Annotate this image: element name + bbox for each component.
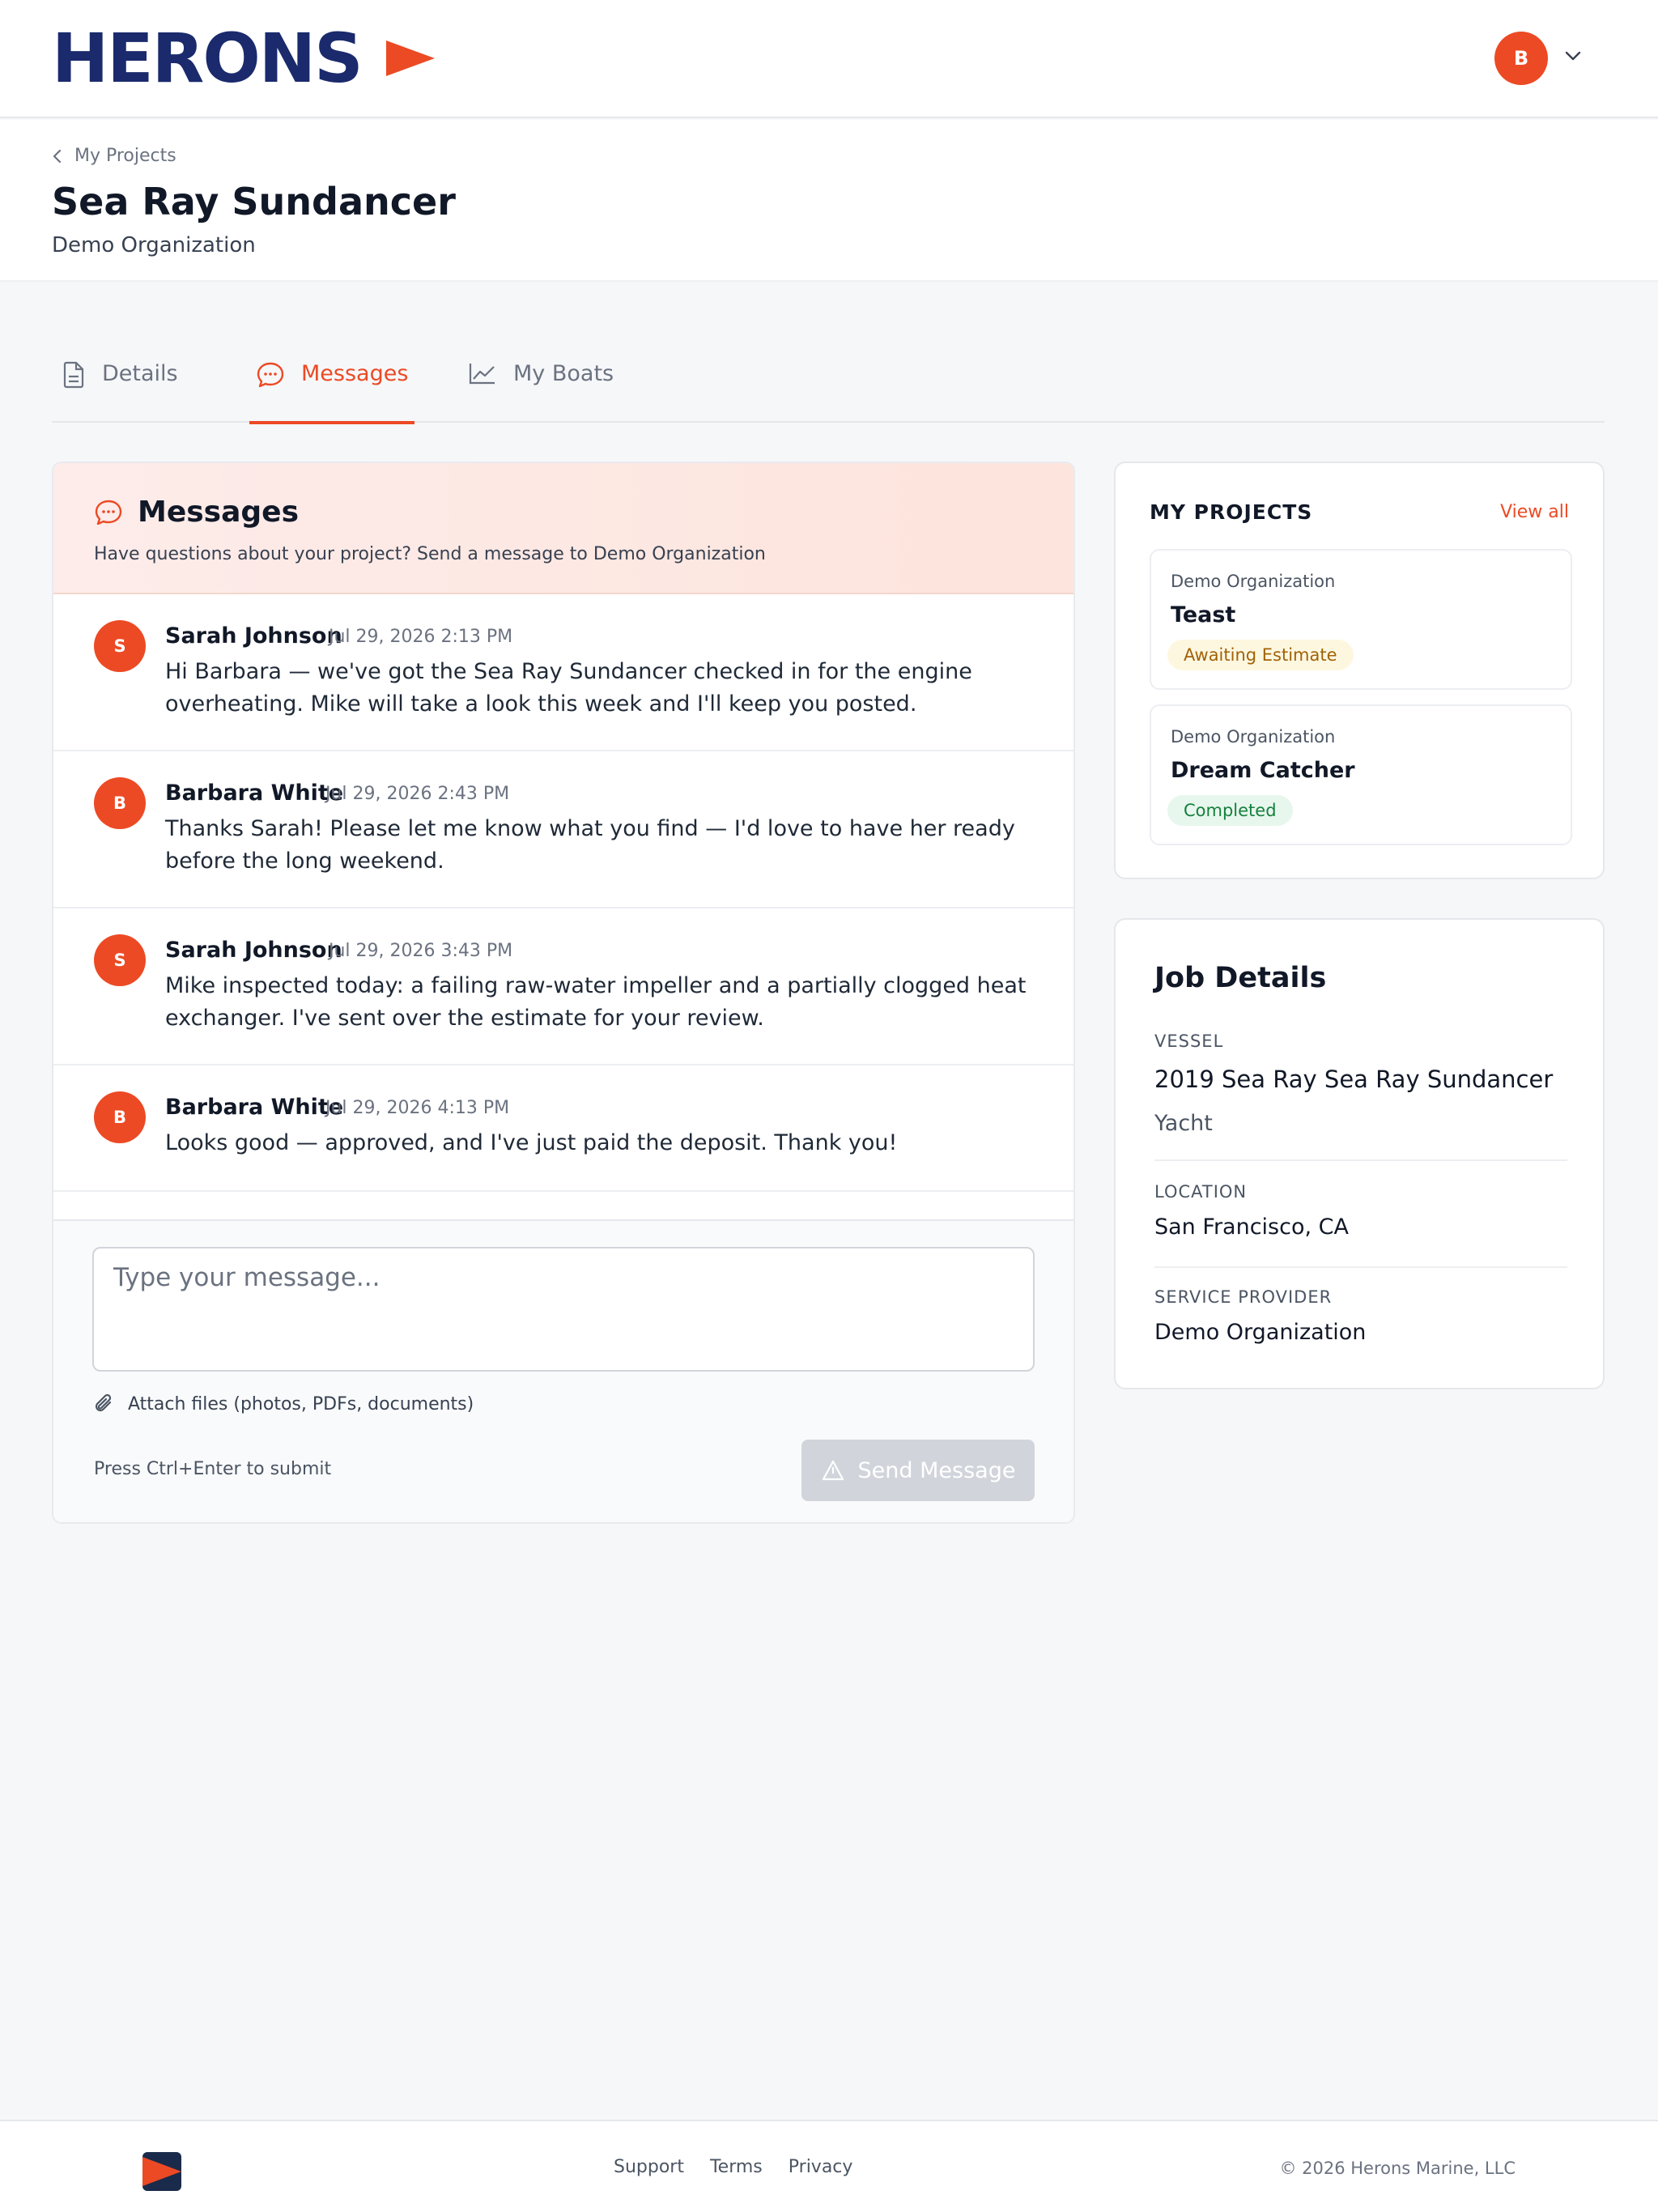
chevron-down-icon[interactable]: [1564, 47, 1582, 65]
top-bar: HERONS B: [0, 0, 1658, 118]
message-author: Sarah Johnson: [165, 938, 342, 963]
message-composer: Attach files (photos, PDFs, documents) P…: [53, 1219, 1073, 1522]
messages-title: Messages: [138, 496, 300, 529]
chat-icon: [95, 500, 122, 525]
message-input[interactable]: [92, 1247, 1035, 1372]
footer-link-privacy[interactable]: Privacy: [789, 2157, 853, 2177]
copyright: © 2026 Herons Marine, LLC: [1279, 2159, 1516, 2178]
tab-my-boats[interactable]: My Boats: [468, 361, 614, 423]
message-body: Hi Barbara — we've got the Sea Ray Sunda…: [165, 659, 972, 717]
message-timestamp: Jul 29, 2026 2:13 PM: [329, 627, 513, 647]
message-item: B Barbara White Jul 29, 2026 4:13 PM Loo…: [53, 1066, 1073, 1192]
tab-label: My Boats: [513, 361, 614, 386]
messages-subtitle: Have questions about your project? Send …: [94, 544, 766, 564]
send-message-label: Send Message: [857, 1457, 1016, 1483]
breadcrumb-link-my-projects[interactable]: My Projects: [74, 146, 176, 166]
divider: [1154, 1266, 1567, 1268]
attach-files-button[interactable]: Attach files (photos, PDFs, documents): [94, 1393, 474, 1415]
project-org: Demo Organization: [1171, 572, 1336, 591]
tab-label: Messages: [301, 361, 409, 386]
service-provider-value: Demo Organization: [1154, 1320, 1367, 1345]
chart-line-icon: [469, 364, 495, 385]
tab-details[interactable]: Details: [62, 361, 178, 423]
avatar: S: [94, 620, 146, 672]
footer-links: Support Terms Privacy: [614, 2157, 878, 2177]
service-provider-label: SERVICE PROVIDER: [1154, 1287, 1333, 1307]
message-author: Barbara White: [165, 1095, 344, 1120]
message-author: Sarah Johnson: [165, 623, 342, 649]
avatar: B: [94, 1091, 146, 1143]
flag-icon: [385, 40, 435, 76]
chevron-left-icon: [53, 149, 62, 163]
avatar: S: [94, 934, 146, 986]
message-timestamp: Jul 29, 2026 2:43 PM: [325, 784, 510, 804]
divider: [1154, 1159, 1567, 1161]
location-label: LOCATION: [1154, 1182, 1248, 1202]
message-author: Barbara White: [165, 781, 344, 806]
view-all-link[interactable]: View all: [1500, 502, 1569, 522]
project-name: Teast: [1171, 602, 1236, 627]
project-org: Demo Organization: [1171, 727, 1336, 747]
send-icon: [822, 1460, 844, 1481]
logo-text: HERONS: [52, 19, 363, 98]
attach-files-label: Attach files (photos, PDFs, documents): [128, 1393, 474, 1414]
tab-label: Details: [102, 361, 178, 386]
project-name: Dream Catcher: [1171, 758, 1355, 783]
message-item: B Barbara White Jul 29, 2026 2:43 PM Tha…: [53, 751, 1073, 908]
document-icon: [63, 361, 84, 389]
breadcrumb[interactable]: My Projects: [52, 146, 176, 166]
user-avatar[interactable]: B: [1494, 32, 1548, 85]
message-body: Mike inspected today: a failing raw-wate…: [165, 973, 1027, 1031]
submit-hint: Press Ctrl+Enter to submit: [94, 1459, 332, 1479]
send-message-button[interactable]: Send Message: [801, 1440, 1035, 1501]
vessel-type: Yacht: [1154, 1111, 1213, 1136]
tab-bar: Details Messages My Boats: [52, 340, 1605, 424]
tab-messages[interactable]: Messages: [249, 361, 415, 424]
message-body: Looks good — approved, and I've just pai…: [165, 1130, 898, 1155]
vessel-value: 2019 Sea Ray Sea Ray Sundancer: [1154, 1066, 1554, 1093]
project-item-dream-catcher[interactable]: Demo Organization Dream Catcher Complete…: [1150, 704, 1572, 845]
project-item-teast[interactable]: Demo Organization Teast Awaiting Estimat…: [1150, 549, 1572, 690]
page-subtitle: Demo Organization: [52, 233, 256, 257]
messages-header: Messages Have questions about your proje…: [53, 463, 1073, 594]
footer-link-terms[interactable]: Terms: [710, 2157, 763, 2177]
footer: Support Terms Privacy © 2026 Herons Mari…: [0, 2120, 1658, 2212]
message-timestamp: Jul 29, 2026 4:13 PM: [325, 1098, 510, 1118]
my-projects-card: MY PROJECTS View all Demo Organization T…: [1114, 462, 1605, 879]
chat-icon: [257, 362, 284, 388]
paperclip-icon: [95, 1393, 112, 1412]
message-item: S Sarah Johnson Jul 29, 2026 2:13 PM Hi …: [53, 594, 1073, 751]
status-badge: Awaiting Estimate: [1167, 640, 1354, 670]
page-title: Sea Ray Sundancer: [52, 180, 456, 223]
footer-link-support[interactable]: Support: [614, 2157, 684, 2177]
job-details-title: Job Details: [1154, 962, 1327, 994]
vessel-label: VESSEL: [1154, 1032, 1224, 1051]
my-projects-title: MY PROJECTS: [1150, 500, 1313, 524]
avatar: B: [94, 777, 146, 829]
herons-logo[interactable]: HERONS: [52, 19, 435, 98]
status-badge: Completed: [1167, 795, 1293, 826]
message-body: Thanks Sarah! Please let me know what yo…: [165, 816, 1015, 874]
job-details-card: Job Details VESSEL 2019 Sea Ray Sea Ray …: [1114, 918, 1605, 1389]
messages-panel: Messages Have questions about your proje…: [52, 462, 1075, 1524]
message-item: S Sarah Johnson Jul 29, 2026 3:43 PM Mik…: [53, 908, 1073, 1066]
message-timestamp: Jul 29, 2026 3:43 PM: [329, 941, 513, 961]
herons-logo-icon[interactable]: [142, 2152, 181, 2191]
location-value: San Francisco, CA: [1154, 1214, 1349, 1240]
